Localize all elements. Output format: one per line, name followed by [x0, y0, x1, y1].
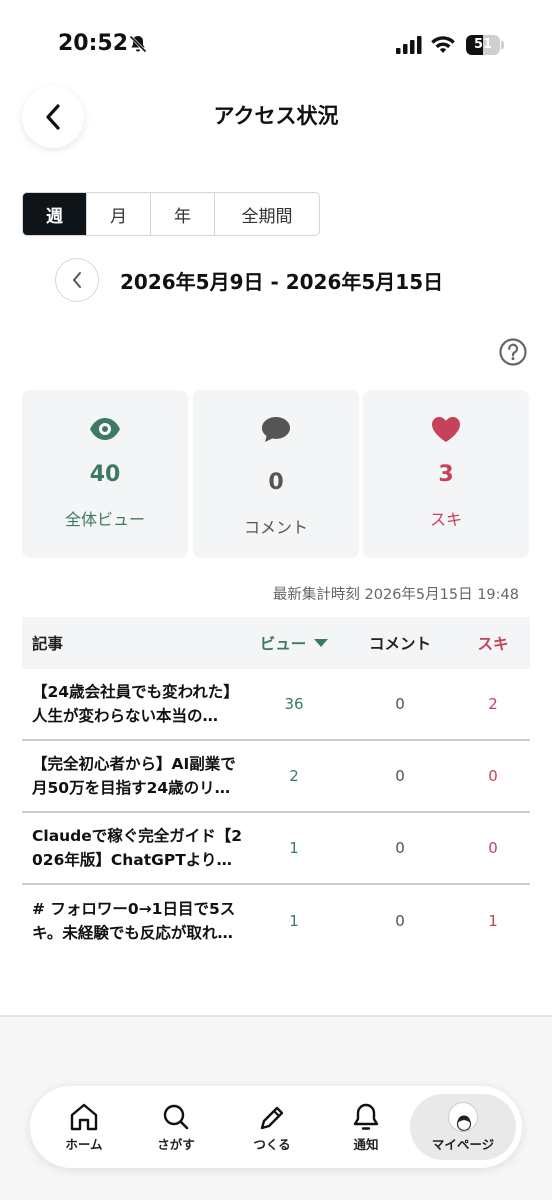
period-tabs: 週 月 年 全期間	[22, 192, 320, 236]
header-views-label: ビュー	[259, 635, 307, 653]
table-row[interactable]: 【24歳会社員でも変われた】 人生が変わらない本当の… 36 0 2	[22, 669, 530, 741]
home-icon	[70, 1103, 98, 1131]
bell-icon	[353, 1103, 379, 1130]
likes-label: スキ	[429, 510, 462, 529]
row-comments: 0	[395, 767, 405, 785]
avatar-illustration-icon	[456, 1115, 472, 1131]
comments-value: 0	[268, 470, 284, 495]
bell-off-icon	[129, 35, 147, 53]
header-likes[interactable]: スキ	[456, 632, 530, 654]
row-views: 1	[289, 912, 299, 930]
date-range: 2026年5月9日 - 2026年5月15日	[120, 270, 444, 294]
tab-mypage-label: マイページ	[431, 1137, 495, 1152]
bottom-tab-bar: ホーム さがす つくる 通知 マイページ	[30, 1086, 522, 1168]
table-row[interactable]: # フォロワー0→1日目で5ス キ。未経験でも反応が取れ… 1 0 1	[22, 885, 530, 957]
row-views: 1	[289, 839, 299, 857]
last-updated-text: 最新集計時刻 2026年5月15日 19:48	[272, 587, 519, 603]
row-views: 2	[289, 767, 299, 785]
wifi-icon	[431, 36, 455, 53]
chevron-left-icon	[73, 272, 81, 288]
article-title-line: 月50万を目指す24歳のリ…	[32, 779, 231, 797]
article-stats-table: 記事 ビュー コメント スキ 【24歳会社員でも変われた】 人生が変わらない本当…	[22, 617, 530, 957]
article-title-line: 【完全初心者から】AI副業で	[32, 755, 236, 773]
signal-icon	[396, 36, 422, 54]
speech-bubble-icon	[262, 417, 290, 442]
tab-week[interactable]: 週	[23, 193, 87, 235]
table-row[interactable]: 【完全初心者から】AI副業で 月50万を目指す24歳のリ… 2 0 0	[22, 741, 530, 813]
article-title[interactable]: Claudeで稼ぐ完全ガイド【2 026年版】ChatGPTより…	[22, 824, 244, 872]
tab-all-time[interactable]: 全期間	[215, 193, 319, 235]
tab-notifications[interactable]: 通知	[320, 1094, 412, 1160]
pencil-icon	[260, 1106, 284, 1130]
article-title-line: キ。未経験でも反応が取れ…	[32, 924, 233, 942]
header-views-sort[interactable]: ビュー	[244, 632, 344, 654]
article-title[interactable]: # フォロワー0→1日目で5ス キ。未経験でも反応が取れ…	[22, 897, 244, 945]
article-title-line: 【24歳会社員でも変われた】	[32, 683, 239, 701]
row-likes: 2	[488, 695, 498, 713]
tab-month[interactable]: 月	[87, 193, 151, 235]
eye-icon	[90, 418, 120, 440]
article-title[interactable]: 【24歳会社員でも変われた】 人生が変わらない本当の…	[22, 680, 244, 728]
tab-year[interactable]: 年	[151, 193, 215, 235]
comments-label: コメント	[243, 518, 308, 537]
stat-card-likes: 3 スキ	[363, 390, 529, 558]
avatar	[448, 1102, 478, 1132]
row-comments: 0	[395, 839, 405, 857]
tab-search[interactable]: さがす	[130, 1094, 222, 1160]
stat-card-views: 40 全体ビュー	[22, 390, 188, 558]
tab-home[interactable]: ホーム	[38, 1094, 130, 1160]
tab-mypage[interactable]: マイページ	[410, 1094, 516, 1160]
previous-period-button[interactable]	[55, 258, 99, 302]
article-title-line: Claudeで稼ぐ完全ガイド【2	[32, 827, 243, 845]
row-likes: 0	[488, 767, 498, 785]
row-views: 36	[284, 695, 304, 713]
row-comments: 0	[395, 695, 405, 713]
heart-icon	[432, 417, 460, 442]
search-icon	[163, 1104, 189, 1130]
row-likes: 1	[488, 912, 498, 930]
article-title-line: 人生が変わらない本当の…	[32, 707, 219, 725]
status-time: 20:52	[58, 31, 129, 56]
table-header: 記事 ビュー コメント スキ	[22, 617, 530, 669]
row-comments: 0	[395, 912, 405, 930]
header-comments[interactable]: コメント	[344, 632, 456, 654]
tab-home-label: ホーム	[65, 1137, 103, 1152]
help-icon[interactable]	[498, 337, 528, 367]
table-row[interactable]: Claudeで稼ぐ完全ガイド【2 026年版】ChatGPTより… 1 0 0	[22, 813, 530, 885]
battery-percent: 51	[473, 37, 493, 52]
row-likes: 0	[488, 839, 498, 857]
article-title[interactable]: 【完全初心者から】AI副業で 月50万を目指す24歳のリ…	[22, 752, 244, 800]
page-title: アクセス状況	[213, 104, 339, 128]
tab-notifications-label: 通知	[353, 1137, 379, 1152]
header-article: 記事	[32, 635, 64, 653]
tab-search-label: さがす	[157, 1137, 195, 1152]
status-bar: 20:52 51	[0, 0, 552, 90]
article-title-line: 026年版】ChatGPTより…	[32, 851, 232, 869]
views-value: 40	[89, 462, 121, 487]
views-label: 全体ビュー	[64, 510, 145, 529]
battery-indicator: 51	[466, 35, 504, 55]
sort-down-icon	[314, 639, 329, 647]
stat-card-comments: 0 コメント	[193, 390, 359, 558]
likes-value: 3	[438, 462, 454, 487]
article-title-line: # フォロワー0→1日目で5ス	[32, 900, 236, 918]
tab-create[interactable]: つくる	[226, 1094, 318, 1160]
tab-create-label: つくる	[253, 1137, 291, 1152]
